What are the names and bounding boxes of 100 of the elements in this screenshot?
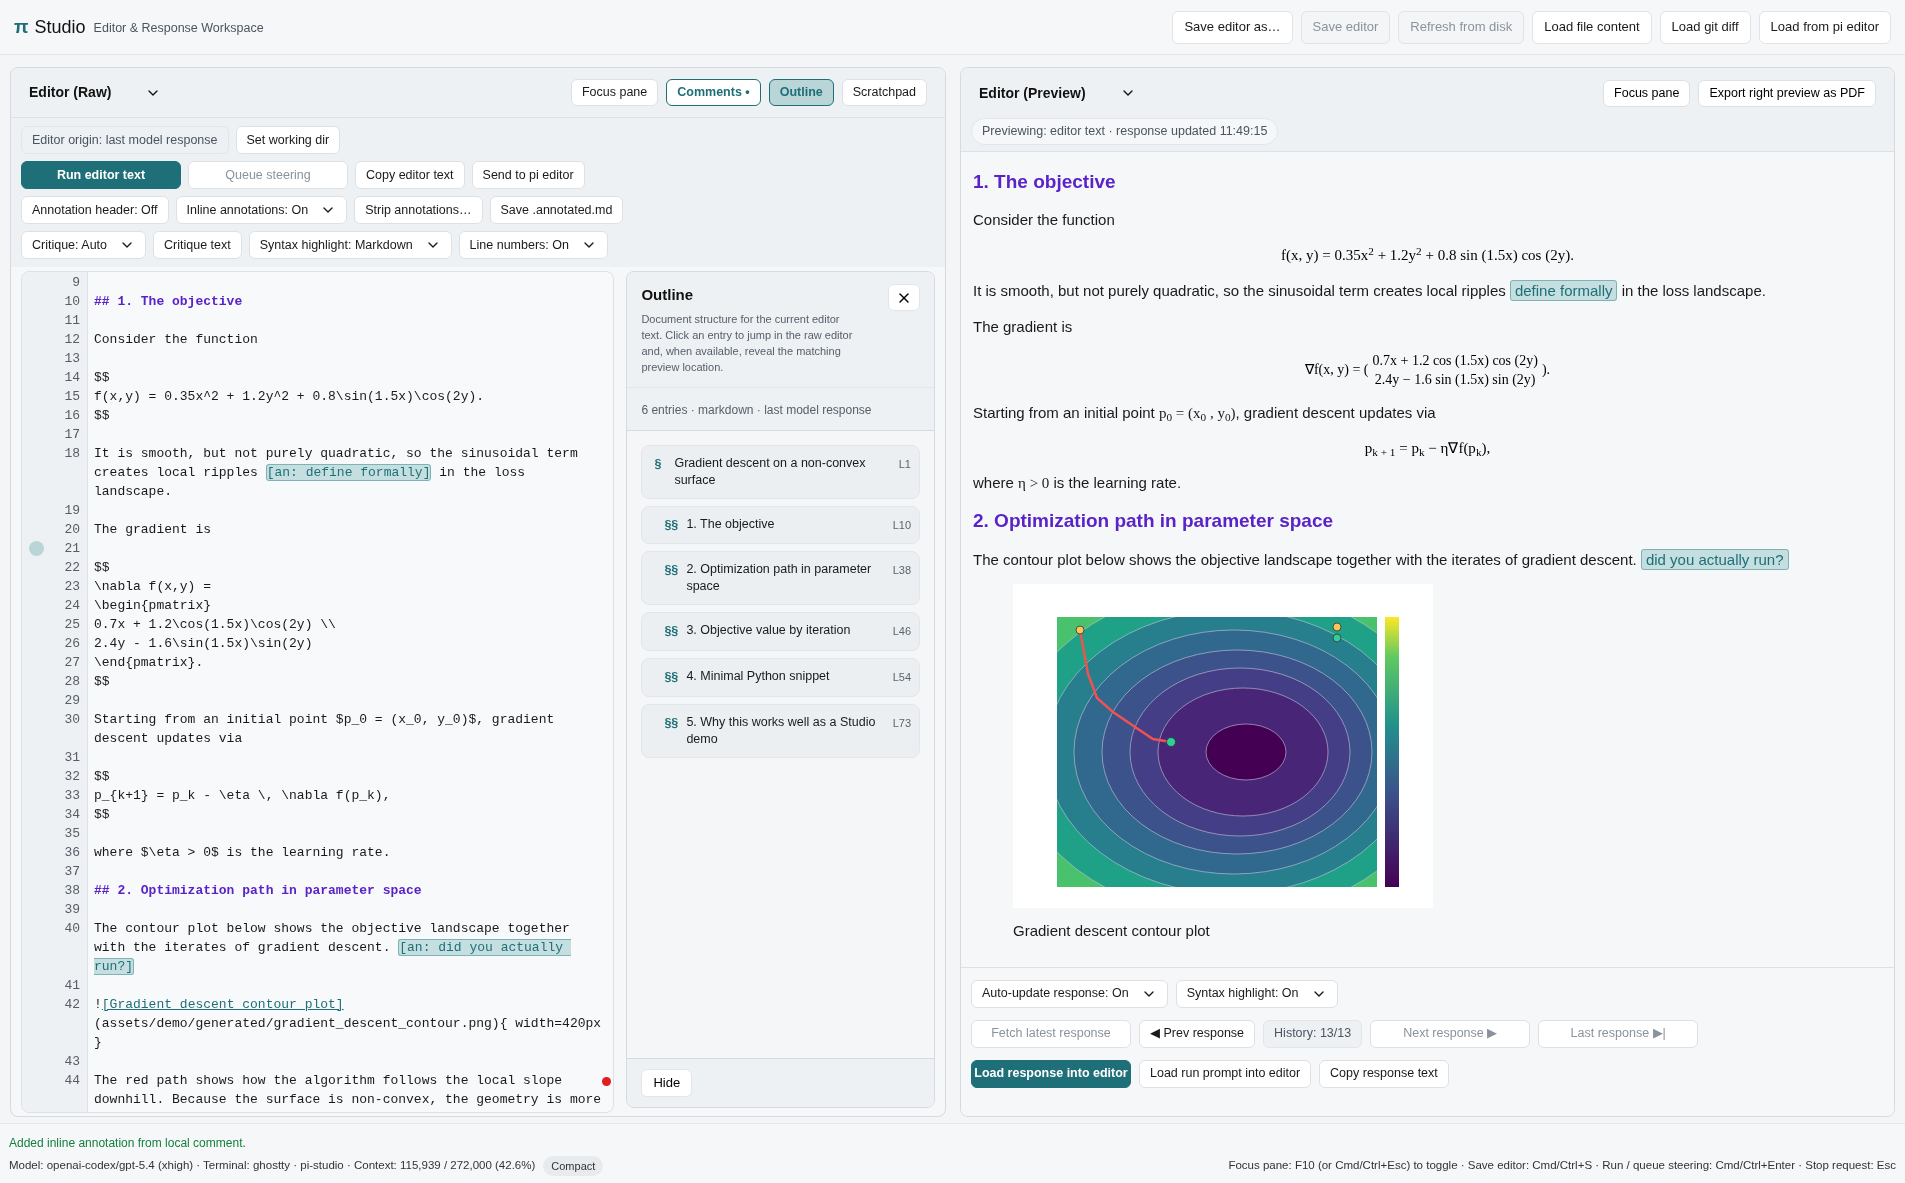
close-button[interactable] [888, 284, 920, 311]
hide-button[interactable]: Hide [641, 1069, 693, 1097]
line-number: 32 [63, 768, 81, 786]
dropdown[interactable]: Inline annotations: On [175, 196, 348, 224]
header-button[interactable]: Comments • [666, 79, 761, 106]
toolbar-button[interactable]: Strip annotations… [354, 196, 483, 224]
line-number: 30 [63, 711, 81, 729]
section-heading: 2. Optimization path in parameter space [973, 509, 1335, 534]
dropdown[interactable]: Auto-update response: On [971, 979, 1168, 1008]
outline-entry[interactable]: §§ 5. Why this works well as a Studio demo L73 [641, 703, 920, 758]
section-marker: §§ [663, 623, 680, 641]
compact-button[interactable]: Compact [543, 1156, 604, 1176]
outline-entry-text: 2. Optimization path in parameter space [686, 561, 873, 596]
line-reference: L10 [892, 517, 911, 533]
header-button[interactable]: Scratchpad [841, 79, 927, 106]
line-number: 9 [71, 274, 81, 292]
line-number: 23 [63, 578, 81, 596]
outline-description: Document structure for the current editor text. Click an entry to jump in the raw editor and, when available, reveal the matching preview location. [641, 311, 854, 375]
line-number: 14 [63, 369, 81, 387]
pane-selector[interactable]: Editor (Preview) [979, 82, 1136, 104]
line-number: 24 [63, 597, 81, 615]
dropdown[interactable]: Syntax highlight: On [1175, 979, 1338, 1008]
line-reference: L73 [892, 715, 911, 731]
outline-entry-text: 3. Objective value by iteration [686, 622, 852, 640]
line-number: 37 [63, 863, 81, 881]
line-reference: L46 [892, 624, 911, 640]
code-line: Starting from an initial point $p_0 = (x_0, y_0)$, gradient descent updates via [94, 711, 556, 748]
line-number: 35 [63, 825, 81, 843]
info-pill: History: 13/13 [1263, 1019, 1363, 1048]
logo-mark: π [14, 14, 29, 39]
session-info: Model: openai-codex/gpt-5.4 (xhigh) · Terminal: ghostty · pi-studio · Context: 115,939 / 272,000 (42.6%) [9, 1158, 536, 1174]
top-button[interactable]: Save editor as… [1172, 10, 1293, 44]
toolbar-button[interactable]: Critique text [153, 231, 242, 259]
line-number: 25 [63, 616, 81, 634]
outline-entry[interactable]: § Gradient descent on a non-convex surface L1 [641, 444, 920, 499]
paragraph: The contour plot below shows the objective landscape together with the iterates of gradient descent. did you actually run? [973, 547, 1882, 572]
paragraph: where η > 0 is the learning rate. [973, 473, 1183, 494]
header-button[interactable]: Outline [768, 79, 834, 106]
toolbar-button[interactable]: Annotation header: Off [21, 196, 169, 224]
toolbar-button[interactable]: Load run prompt into editor [1139, 1059, 1312, 1088]
line-number: 44 [63, 1072, 81, 1090]
status-message: Added inline annotation from local comment. [9, 1135, 247, 1152]
dropdown[interactable]: Critique: Auto [21, 231, 147, 259]
run-button[interactable]: Load response into editor [971, 1059, 1131, 1088]
code-line: p_{k+1} = p_k - \eta \, \nabla f(p_k), [94, 787, 392, 805]
header-button[interactable]: Export right preview as PDF [1698, 79, 1876, 107]
line-reference: L1 [898, 456, 911, 472]
code-line: f(x,y) = 0.35x^2 + 1.2y^2 + 0.8\sin(1.5x)\cos(2y). [94, 388, 486, 406]
pane-selector[interactable]: Editor (Raw) [29, 82, 162, 103]
outline-entry[interactable]: §§ 1. The objective L10 [641, 505, 920, 545]
top-button[interactable]: Load file content [1532, 10, 1652, 44]
top-button[interactable]: Load from pi editor [1758, 10, 1891, 44]
code-line: ## 2. Optimization path in parameter space [94, 882, 423, 900]
line-number: 17 [63, 426, 81, 444]
line-number: 31 [63, 749, 81, 767]
section-heading: 1. The objective [973, 169, 1117, 194]
toolbar-button[interactable]: Copy response text [1319, 1059, 1449, 1088]
code-line: \begin{pmatrix} [94, 597, 213, 615]
code-line: $$ [94, 407, 111, 425]
code-line: $$ [94, 559, 111, 577]
line-number: 39 [63, 901, 81, 919]
outline-entry-text: 4. Minimal Python snippet [686, 668, 831, 685]
line-number: 13 [63, 350, 81, 368]
top-button[interactable]: Load git diff [1659, 10, 1751, 44]
code-line: $$ [94, 806, 111, 824]
toolbar-button[interactable]: Send to pi editor [471, 161, 585, 189]
code-line: \nabla f(x,y) = [94, 578, 213, 596]
dropdown[interactable]: Syntax highlight: Markdown [248, 231, 452, 259]
figure-caption: Gradient descent contour plot [1013, 920, 1211, 941]
header-button[interactable]: Focus pane [570, 79, 659, 106]
dropdown[interactable]: Line numbers: On [458, 231, 608, 259]
run-button[interactable]: Run editor text [21, 161, 181, 189]
code-editor[interactable] [21, 271, 615, 1113]
toolbar-button[interactable]: ◀ Prev response [1139, 1019, 1256, 1048]
info-pill: Editor origin: last model response [21, 126, 229, 154]
header-button[interactable]: Focus pane [1603, 79, 1691, 107]
section-marker: §§ [663, 562, 680, 580]
outline-entry-text: 5. Why this works well as a Studio demo [686, 713, 877, 748]
section-marker: §§ [663, 669, 680, 686]
line-number: 12 [63, 331, 81, 349]
code-line: 0.7x + 1.2\cos(1.5x)\cos(2y) \\ [94, 616, 337, 634]
outline-entry[interactable]: §§ 2. Optimization path in parameter space L38 [641, 551, 920, 606]
code-line: Consider the function [94, 331, 259, 349]
line-number: 42 [63, 996, 81, 1014]
math-formula: p$_{k + 1}$ = p$_{k}$ − η∇f(p$_{k}$), [1364, 438, 1491, 460]
outline-entry-text: Gradient descent on a non-convex surface [674, 454, 867, 489]
line-number: 34 [63, 806, 81, 824]
code-line: The red path shows how the algorithm follows the local slope downhill. Because the surface is non-convex, the geometry is more [94, 1072, 603, 1109]
line-number: 26 [63, 635, 81, 653]
toolbar-button[interactable]: Set working dir [235, 126, 341, 154]
line-number: 19 [63, 502, 81, 520]
toolbar-button[interactable]: Copy editor text [355, 161, 465, 189]
code-line: $$ [94, 673, 111, 691]
toolbar-button[interactable]: Save .annotated.md [489, 196, 624, 224]
outline-entry[interactable]: §§ 3. Objective value by iteration L46 [641, 612, 920, 651]
paragraph: Consider the function [973, 210, 1116, 231]
outline-entry[interactable]: §§ 4. Minimal Python snippet L54 [641, 658, 920, 697]
code-line: $$ [94, 768, 111, 786]
code-line: 2.4y - 1.6\sin(1.5x)\sin(2y) [94, 635, 314, 653]
keyboard-shortcuts: Focus pane: F10 (or Cmd/Ctrl+Esc) to toggle · Save editor: Cmd/Ctrl+S · Run / queue steering: Cmd/Ctrl+Enter · Stop request: Esc [1228, 1158, 1896, 1174]
